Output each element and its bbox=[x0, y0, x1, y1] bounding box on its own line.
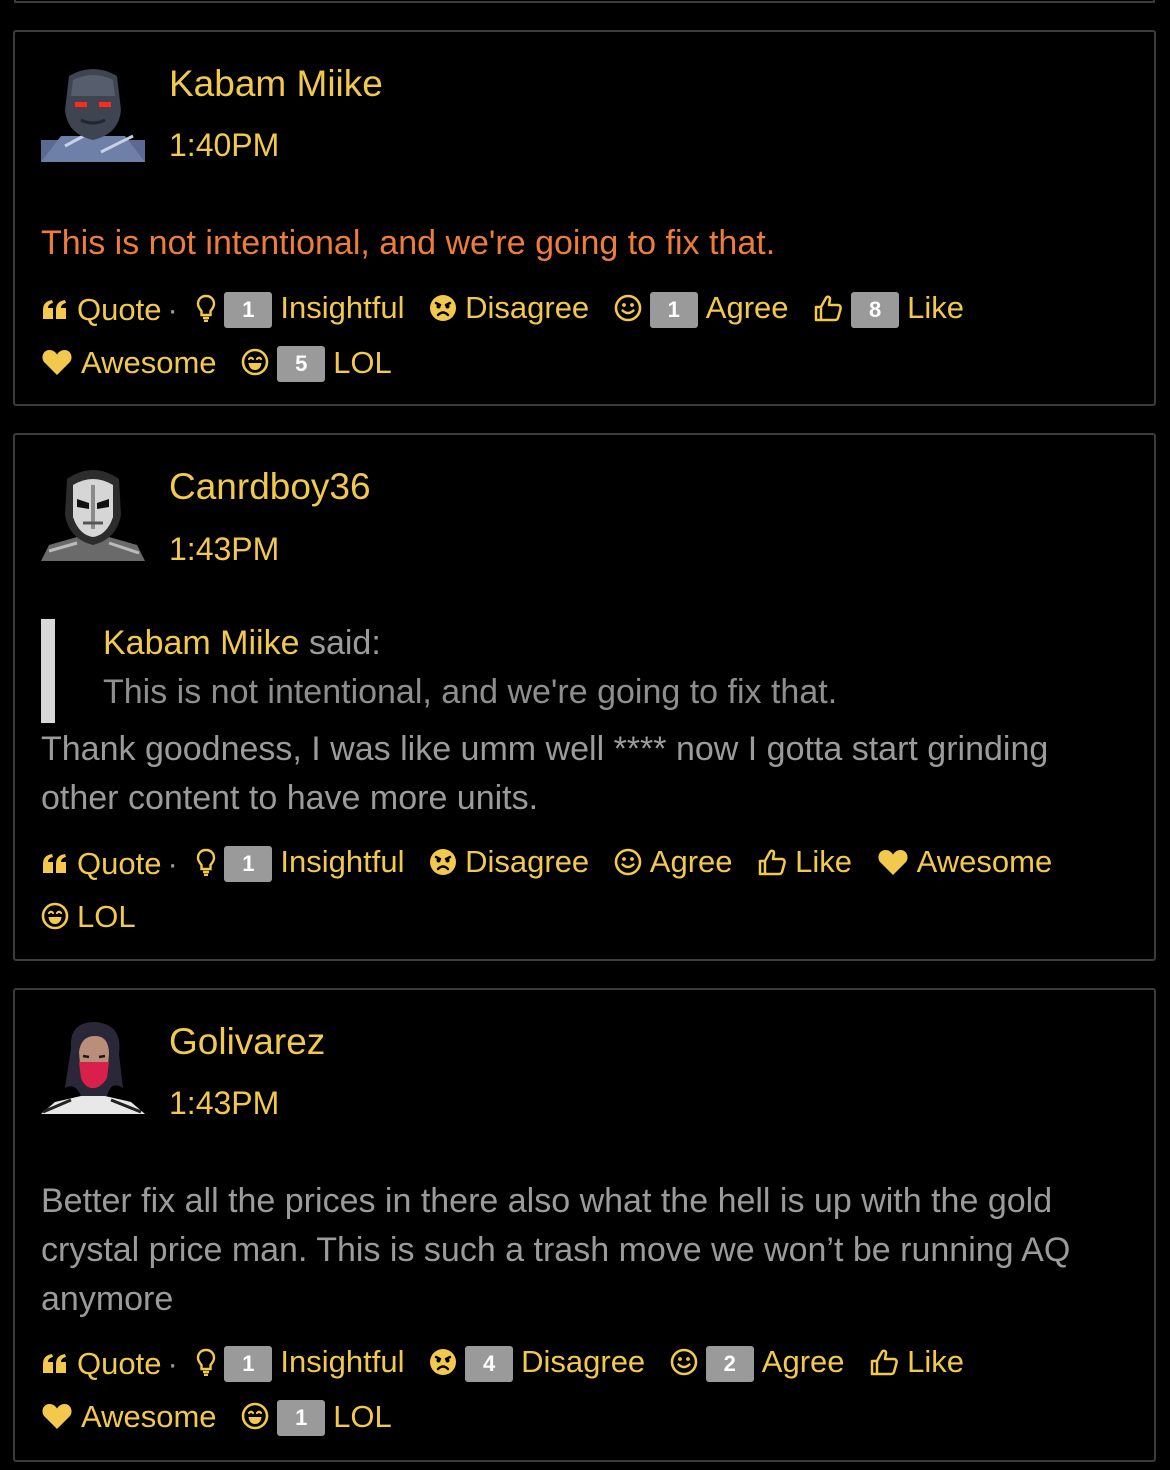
insightful-count: 1 bbox=[224, 291, 273, 328]
agree-count: 1 bbox=[649, 291, 698, 328]
lol-count: 5 bbox=[277, 346, 326, 382]
angry-face-icon bbox=[429, 848, 457, 876]
awesome-button[interactable]: Awesome bbox=[877, 836, 1052, 887]
lol-button[interactable]: 5 LOL bbox=[241, 337, 392, 388]
quote-icon bbox=[41, 1352, 69, 1376]
insightful-count: 1 bbox=[224, 1345, 273, 1382]
lol-button[interactable]: LOL bbox=[41, 891, 136, 942]
thumbs-up-icon bbox=[813, 294, 843, 322]
quote-header: Kabam Miike said: bbox=[103, 619, 381, 667]
forum-post: Golivarez 1:43PM Better fix all the pric… bbox=[13, 988, 1156, 1462]
smile-face-icon bbox=[614, 294, 642, 322]
angry-face-icon bbox=[429, 294, 457, 322]
post-body: Better fix all the prices in there also … bbox=[41, 1182, 1071, 1318]
insightful-count: 1 bbox=[224, 845, 273, 882]
post-body: This is not intentional, and we're going… bbox=[41, 224, 776, 262]
post-author[interactable]: Golivarez bbox=[169, 1020, 325, 1064]
silk-avatar[interactable] bbox=[41, 1018, 145, 1114]
lol-count: 1 bbox=[277, 1400, 326, 1436]
post-timestamp[interactable]: 1:40PM bbox=[169, 125, 279, 165]
forum-post: Canrdboy36 1:43PM Kabam Miike said: This… bbox=[13, 433, 1156, 961]
heart-icon bbox=[41, 348, 73, 376]
awesome-button[interactable]: Awesome bbox=[41, 1391, 217, 1442]
like-button[interactable]: Like bbox=[757, 836, 852, 887]
separator-dot: · bbox=[167, 846, 178, 881]
heart-icon bbox=[41, 1402, 73, 1430]
quote-bar bbox=[41, 619, 55, 723]
darkseid-avatar[interactable] bbox=[41, 66, 145, 162]
reaction-bar: Quote · 1 Insightful Disagree Agree Like A… bbox=[41, 836, 1094, 945]
disagree-button[interactable]: 4 Disagree bbox=[429, 1336, 645, 1387]
quote-button[interactable]: Quote · bbox=[41, 284, 188, 335]
insightful-button[interactable]: 1 Insightful bbox=[196, 836, 404, 887]
reaction-bar: Quote · 1 Insightful Disagree 1 Agree 8 Like… bbox=[41, 282, 1094, 391]
post-timestamp[interactable]: 1:43PM bbox=[169, 529, 279, 569]
heart-icon bbox=[877, 848, 909, 876]
angry-face-icon bbox=[429, 1348, 457, 1376]
smile-face-icon bbox=[670, 1348, 698, 1376]
like-count: 8 bbox=[851, 291, 900, 328]
lightbulb-icon bbox=[196, 1348, 216, 1376]
post-timestamp[interactable]: 1:43PM bbox=[169, 1083, 279, 1123]
smile-face-icon bbox=[614, 848, 642, 876]
disagree-button[interactable]: Disagree bbox=[429, 836, 589, 887]
quoted-author[interactable]: Kabam Miike bbox=[103, 624, 300, 662]
agree-button[interactable]: 2 Agree bbox=[670, 1336, 845, 1387]
like-button[interactable]: Like bbox=[869, 1336, 964, 1387]
lol-button[interactable]: 1 LOL bbox=[241, 1391, 392, 1442]
agree-count: 2 bbox=[705, 1345, 754, 1382]
agree-button[interactable]: 1 Agree bbox=[614, 282, 789, 333]
like-button[interactable]: 8 Like bbox=[813, 282, 964, 333]
quote-said-label: said: bbox=[308, 624, 381, 662]
separator-dot: · bbox=[167, 1346, 178, 1381]
lightbulb-icon bbox=[196, 294, 216, 322]
reaction-bar: Quote · 1 Insightful 4 Disagree 2 Agree Like… bbox=[41, 1336, 1094, 1445]
awesome-button[interactable]: Awesome bbox=[41, 337, 217, 388]
insightful-button[interactable]: 1 Insightful bbox=[196, 282, 404, 333]
quoted-text: This is not intentional, and we're going… bbox=[103, 673, 838, 711]
crossbones-avatar[interactable] bbox=[41, 465, 145, 561]
quote-icon bbox=[41, 852, 69, 876]
post-author[interactable]: Kabam Miike bbox=[169, 62, 383, 106]
forum-post: Kabam Miike 1:40PM This is not intention… bbox=[13, 30, 1156, 406]
quote-button[interactable]: Quote · bbox=[41, 1338, 188, 1389]
quoted-reply: Kabam Miike said: This is not intentiona… bbox=[41, 619, 1114, 729]
disagree-button[interactable]: Disagree bbox=[429, 282, 589, 333]
thumbs-up-icon bbox=[757, 848, 787, 876]
laughing-face-icon bbox=[241, 1402, 269, 1430]
disagree-count: 4 bbox=[465, 1345, 514, 1382]
agree-button[interactable]: Agree bbox=[614, 836, 733, 887]
insightful-button[interactable]: 1 Insightful bbox=[196, 1336, 404, 1387]
post-author[interactable]: Canrdboy36 bbox=[169, 465, 371, 509]
laughing-face-icon bbox=[41, 902, 69, 930]
quote-icon bbox=[41, 298, 69, 322]
lightbulb-icon bbox=[196, 848, 216, 876]
post-body: Thank goodness, I was like umm well ****… bbox=[41, 730, 1049, 817]
previous-post-bottom-border bbox=[14, 0, 1155, 3]
separator-dot: · bbox=[167, 292, 178, 327]
thumbs-up-icon bbox=[869, 1348, 899, 1376]
laughing-face-icon bbox=[241, 348, 269, 376]
quote-button[interactable]: Quote · bbox=[41, 838, 188, 889]
